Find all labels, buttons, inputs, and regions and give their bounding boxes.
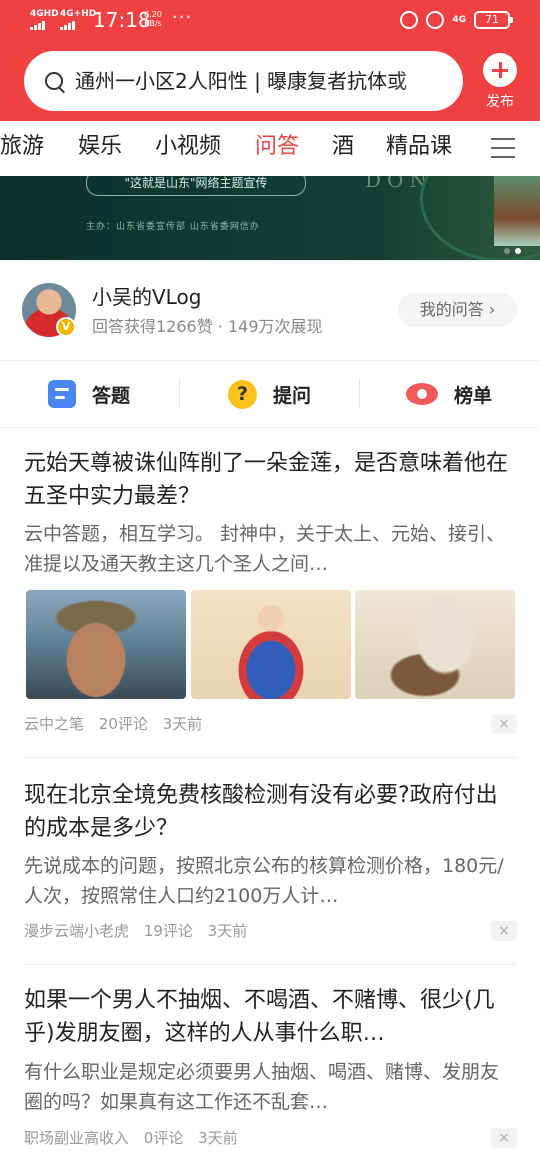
ask-button[interactable]: ? 提问 [228, 378, 311, 410]
speed-unit: KB/s [144, 19, 162, 28]
ranking-label: 榜单 [454, 384, 493, 407]
author-name[interactable]: 职场副业高收入 [24, 1129, 129, 1147]
banner-pagination [504, 239, 526, 258]
profile-stats: 回答获得1266赞 · 149万次展现 [92, 317, 323, 336]
ranking-button[interactable]: 榜单 [406, 378, 492, 410]
eye-icon [406, 383, 438, 405]
user-profile: V 小吴的VLog 回答获得1266赞 · 149万次展现 我的问答 › [0, 260, 540, 360]
sim2-signal: 4G+HD [60, 10, 96, 30]
answer-image[interactable] [355, 590, 515, 699]
comment-count: 20评论 [98, 715, 148, 733]
sim1-signal: 4GHD [30, 10, 59, 30]
tab-qa[interactable]: 问答 [255, 133, 299, 161]
question-meta: 云中之笔 20评论 3天前 [24, 714, 212, 734]
tab-entertainment[interactable]: 娱乐 [78, 133, 122, 161]
post-time: 3天前 [207, 922, 248, 940]
sim2-label: 4G+HD [60, 9, 97, 19]
battery-level: 71 [485, 13, 499, 26]
network-speed: 6.20 KB/s [144, 10, 162, 28]
app-header: 4GHD 4G+HD 17:18 6.20 KB/s ··· 4G 71 通州一… [0, 0, 540, 121]
verified-badge-icon: V [56, 317, 76, 337]
channel-tabs: 旅游 娱乐 小视频 问答 酒 精品课 [0, 121, 540, 176]
pagination-dot-active [515, 248, 521, 254]
more-notifications-icon: ··· [172, 7, 193, 28]
tab-travel[interactable]: 旅游 [0, 133, 44, 161]
answer-label: 答题 [92, 384, 131, 407]
post-time: 3天前 [162, 715, 203, 733]
publish-button[interactable]: 发布 [478, 53, 522, 111]
question-title[interactable]: 现在北京全境免费核酸检测有没有必要?政府付出的成本是多少？ [24, 779, 518, 845]
answer-icon [48, 380, 76, 408]
answer-image[interactable] [26, 590, 186, 699]
banner-subtitle: 主办：山东省委宣传部 山东省委网信办 [86, 222, 260, 232]
my-answers-button[interactable]: 我的问答 › [398, 293, 517, 327]
question-card[interactable]: 元始天尊被诛仙阵削了一朵金莲，是否意味着他在五圣中实力最差？ 云中答题，相互学习… [0, 427, 540, 757]
answer-images[interactable] [26, 590, 516, 699]
dismiss-icon[interactable]: × [491, 714, 517, 734]
comment-count: 0评论 [143, 1129, 184, 1147]
question-meta: 职场副业高收入 0评论 3天前 [24, 1128, 248, 1148]
question-meta: 漫步云端小老虎 19评论 3天前 [24, 921, 257, 941]
pagination-dot [504, 248, 510, 254]
network-type: 4G [452, 15, 466, 25]
alarm-clock-icon [426, 11, 445, 29]
tab-wine[interactable]: 酒 [332, 133, 354, 161]
post-time: 3天前 [198, 1129, 238, 1147]
plus-icon [483, 53, 517, 87]
question-card[interactable]: 如果一个男人不抽烟、不喝酒、不赌博、很少(几乎)发朋友圈，这样的人从事什么职… … [0, 964, 540, 1170]
speed-value: 6.20 [144, 10, 162, 19]
comment-count: 19评论 [143, 922, 193, 940]
battery-icon: 71 [474, 11, 513, 29]
question-card[interactable]: 现在北京全境免费核酸检测有没有必要?政府付出的成本是多少？ 先说成本的问题，按照… [0, 757, 540, 964]
profile-name[interactable]: 小吴的VLog [92, 284, 201, 310]
banner-scenery-image [494, 176, 540, 246]
question-title[interactable]: 元始天尊被诛仙阵削了一朵金莲，是否意味着他在五圣中实力最差？ [24, 447, 518, 513]
search-icon [45, 72, 63, 90]
promo-banner[interactable]: "这就是山东"网络主题宣传 主办：山东省委宣传部 山东省委网信办 DON [0, 176, 540, 260]
answer-image[interactable] [191, 590, 351, 699]
answer-snippet[interactable]: 有什么职业是规定必须要男人抽烟、喝酒、赌博、发朋友圈的吗？如果真有这工作还不乱套… [24, 1057, 508, 1117]
answer-snippet[interactable]: 先说成本的问题，按照北京公布的核算检测价格，180元/人次，按照常住人口约210… [24, 851, 508, 911]
tab-short-video[interactable]: 小视频 [155, 133, 221, 161]
sim1-label: 4GHD [30, 9, 59, 19]
tab-premium-course[interactable]: 精品课 [386, 133, 452, 161]
author-name[interactable]: 云中之笔 [24, 715, 84, 733]
ask-label: 提问 [273, 384, 312, 407]
bluetooth-icon [400, 11, 419, 29]
channel-menu-icon[interactable] [491, 138, 515, 158]
answer-button[interactable]: 答题 [48, 378, 130, 410]
answer-snippet[interactable]: 云中答题，相互学习。 封神中，关于太上、元始、接引、准提以及通天教主这几个圣人之… [24, 519, 508, 579]
search-bar[interactable]: 通州一小区2人阳性 | 曝康复者抗体或 [24, 51, 463, 111]
search-query[interactable]: 通州一小区2人阳性 | 曝康复者抗体或 [75, 67, 450, 95]
publish-label: 发布 [486, 94, 514, 110]
question-icon: ? [228, 379, 257, 409]
banner-title: "这就是山东"网络主题宣传 [86, 176, 306, 196]
dismiss-icon[interactable]: × [491, 1128, 517, 1148]
status-time: 17:18 [93, 8, 151, 32]
author-name[interactable]: 漫步云端小老虎 [24, 922, 129, 940]
dismiss-icon[interactable]: × [491, 921, 517, 941]
action-bar: 答题 ? 提问 榜单 [0, 361, 540, 427]
status-bar: 4GHD 4G+HD 17:18 6.20 KB/s ··· 4G 71 [0, 0, 540, 40]
question-title[interactable]: 如果一个男人不抽烟、不喝酒、不赌博、很少(几乎)发朋友圈，这样的人从事什么职… [24, 984, 518, 1050]
